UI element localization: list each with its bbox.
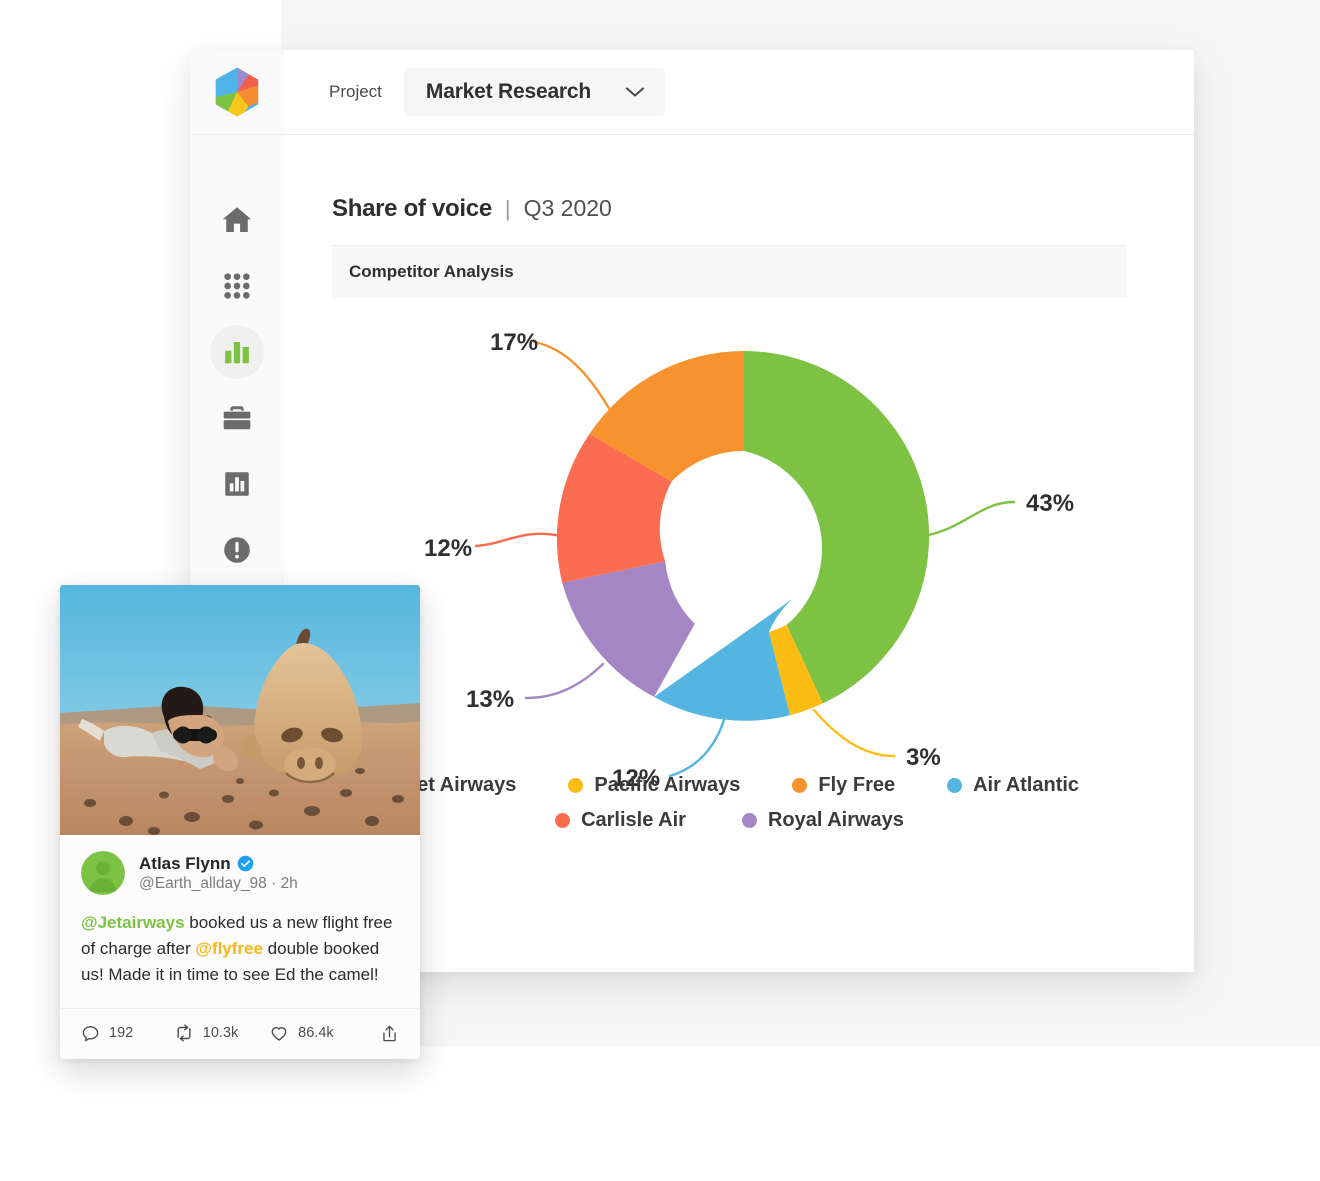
tweet-handle-and-time: @Earth_allday_98 · 2h [139,875,298,893]
tweet-reply-count: 192 [109,1025,133,1041]
briefcase-icon [221,402,253,434]
sidebar-nav [190,135,284,589]
legend-label: Royal Airways [768,809,904,832]
leader-line-43 [924,502,1014,536]
chart-legend: Jet Airways Pacific Airways Fly Free [332,774,1127,844]
legend-label: Pacific Airways [594,774,740,797]
legend-item-carlisle-air[interactable]: Carlisle Air [555,809,686,832]
legend-label: Carlisle Air [581,809,686,832]
page-title: Share of voice [332,195,492,223]
tweet-text: @Jetairways booked us a new flight free … [81,910,399,988]
legend-item-pacific-airways[interactable]: Pacific Airways [568,774,740,797]
legend-label: Jet Airways [406,774,516,797]
tweet-display-name: Atlas Flynn [139,854,231,874]
tweet-actions: 192 10.3k 86.4k [60,1008,420,1059]
reply-icon [81,1024,100,1043]
slice-label-carlisle-air: 12% [424,535,472,562]
tweet-header: Atlas Flynn @Earth_allday_98 · 2h [81,851,399,895]
legend-label: Fly Free [818,774,895,797]
leader-line-12-blue [670,720,724,776]
leader-line-3 [814,710,894,756]
legend-color-swatch [742,813,757,828]
page-period: Q3 2020 [524,195,612,222]
sidebar-item-apps[interactable] [210,259,264,313]
legend-color-swatch [947,778,962,793]
sidebar-item-analytics[interactable] [210,325,264,379]
tweet-dot: · [271,875,276,892]
legend-item-air-atlantic[interactable]: Air Atlantic [947,774,1079,797]
legend-label: Air Atlantic [973,774,1079,797]
legend-color-swatch [792,778,807,793]
panel-header: Competitor Analysis [332,246,1127,298]
reports-icon [222,469,252,499]
grid-apps-icon [221,270,253,302]
panel-title: Competitor Analysis [349,262,514,282]
sidebar-logo-cell[interactable] [190,50,284,135]
slice-label-jet-airways: 43% [1026,490,1074,517]
tweet-card[interactable]: Atlas Flynn @Earth_allday_98 · 2h @Jetai… [60,585,420,1059]
sidebar-item-briefcase[interactable] [210,391,264,445]
tweet-retweet-count: 10.3k [203,1025,238,1041]
top-bar: Project Market Research [284,50,1194,135]
project-label: Project [329,82,382,102]
project-selected-value: Market Research [426,80,591,104]
legend-row-2: Carlisle Air Royal Airways [332,809,1127,832]
tweet-author: Atlas Flynn @Earth_allday_98 · 2h [139,854,298,893]
leader-line-12-coral [476,534,561,546]
tweet-like-count: 86.4k [298,1025,333,1041]
slice-label-royal-airways: 13% [466,686,514,713]
leader-line-17 [534,342,610,410]
legend-item-royal-airways[interactable]: Royal Airways [742,809,904,832]
alert-icon [221,534,253,566]
tweet-body: Atlas Flynn @Earth_allday_98 · 2h @Jetai… [60,835,420,988]
legend-color-swatch [555,813,570,828]
mention-flyfree[interactable]: @flyfree [195,939,263,958]
project-selector[interactable]: Market Research [404,68,665,116]
home-icon [220,203,254,237]
slice-label-fly-free: 17% [490,329,538,356]
tweet-retweet-action[interactable]: 10.3k [174,1023,238,1043]
tweet-like-action[interactable]: 86.4k [269,1023,333,1043]
tweet-photo [60,585,420,835]
sidebar-item-reports[interactable] [210,457,264,511]
screenshot-stage: Project Market Research Share of voice |… [0,0,1320,1181]
share-icon [380,1024,399,1043]
avatar[interactable] [81,851,125,895]
sidebar-item-home[interactable] [210,193,264,247]
bar-chart-icon [222,337,252,367]
tweet-share-action[interactable] [380,1024,399,1043]
tweet-reply-action[interactable]: 192 [81,1024,133,1043]
sidebar-item-alerts[interactable] [210,523,264,577]
verified-badge-icon [237,855,254,872]
page-header: Share of voice | Q3 2020 [332,195,1127,246]
tweet-handle: @Earth_allday_98 [139,875,267,892]
chevron-down-icon [625,86,645,98]
app-logo-hexagon-icon [211,66,263,118]
legend-color-swatch [568,778,583,793]
tweet-time: 2h [281,875,298,892]
donut-chart: 43% 3% 12% 13% 12% 17% [414,306,1154,806]
slice-label-pacific-airways: 3% [906,744,941,771]
leader-line-13 [526,664,603,698]
legend-item-fly-free[interactable]: Fly Free [792,774,895,797]
like-heart-icon [269,1023,289,1043]
page-title-separator: | [505,196,511,222]
legend-row-1: Jet Airways Pacific Airways Fly Free [332,774,1127,797]
chart-area: 43% 3% 12% 13% 12% 17% Jet Airways [284,306,1194,836]
main-content: Share of voice | Q3 2020 Competitor Anal… [284,135,1194,972]
retweet-icon [174,1023,194,1043]
mention-jetairways[interactable]: @Jetairways [81,913,185,932]
slice-royal-airways[interactable] [562,561,695,697]
